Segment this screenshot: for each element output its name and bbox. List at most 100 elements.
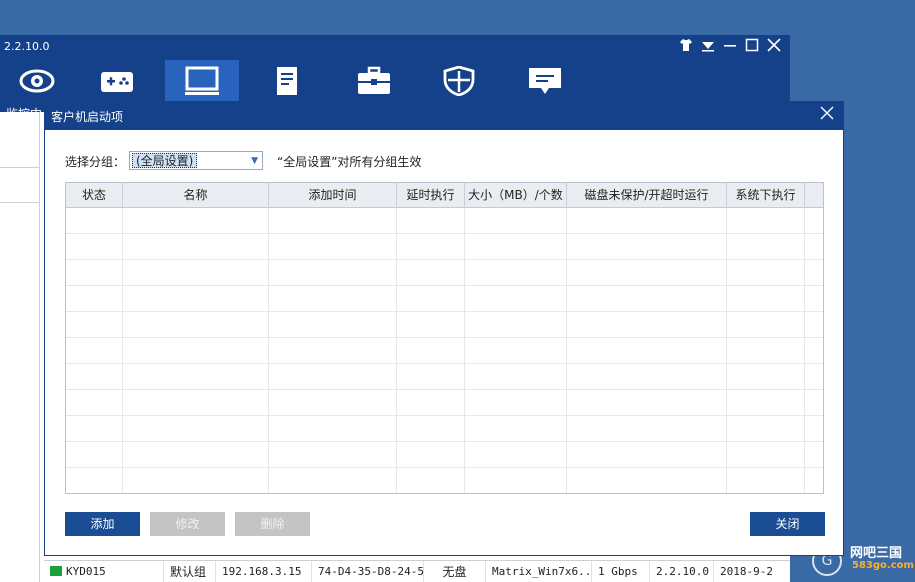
document-icon	[277, 67, 297, 95]
table-cell	[66, 364, 123, 389]
shirt-icon[interactable]	[678, 38, 694, 56]
table-cell	[66, 416, 123, 441]
table-header: 状态 名称 添加时间 延时执行 大小（MB）/个数 磁盘未保护/开超时运行 系统…	[66, 183, 823, 208]
table-cell	[465, 312, 567, 337]
table-cell	[567, 442, 727, 467]
group-select-value: (全局设置)	[132, 153, 198, 168]
table-cell	[465, 442, 567, 467]
column-header-name[interactable]: 名称	[123, 183, 269, 208]
eye-icon	[19, 69, 55, 93]
table-cell	[727, 338, 805, 363]
dialog-title: 客户机启动项	[51, 110, 124, 124]
watermark-url: 583go.com	[852, 560, 914, 571]
toolbar-clients[interactable]	[165, 60, 239, 102]
group-select[interactable]: (全局设置) ▼	[129, 151, 263, 170]
toolbar-messages[interactable]	[508, 60, 582, 102]
table-cell	[465, 286, 567, 311]
table-cell	[567, 468, 727, 493]
column-header-delay[interactable]: 延时执行	[397, 183, 465, 208]
table-cell	[727, 312, 805, 337]
table-row[interactable]	[66, 208, 823, 234]
gamepad-icon	[101, 72, 133, 92]
edit-button[interactable]: 修改	[150, 512, 225, 536]
table-cell	[567, 208, 727, 233]
table-cell	[269, 390, 397, 415]
startup-items-dialog: 客户机启动项 选择分组： (全局设置) ▼ “全局设置”对所有分组生效 状态 名…	[44, 101, 844, 556]
table-cell	[805, 468, 823, 493]
table-row[interactable]	[66, 416, 823, 442]
table-cell	[397, 416, 465, 441]
add-button[interactable]: 添加	[65, 512, 140, 536]
table-cell	[805, 312, 823, 337]
toolbar-monitor-center[interactable]	[0, 60, 74, 102]
client-name-cell: KYD015	[44, 560, 164, 582]
table-row[interactable]	[66, 338, 823, 364]
column-header-added-time[interactable]: 添加时间	[269, 183, 397, 208]
table-row[interactable]	[66, 364, 823, 390]
toolbar-security[interactable]	[422, 60, 496, 102]
table-cell	[727, 234, 805, 259]
toolbox-icon	[358, 66, 390, 94]
table-cell	[465, 390, 567, 415]
table-cell	[123, 364, 269, 389]
dropdown-icon[interactable]	[700, 38, 716, 56]
table-cell	[397, 338, 465, 363]
table-row[interactable]	[66, 286, 823, 312]
table-cell	[269, 208, 397, 233]
table-row[interactable]	[66, 390, 823, 416]
table-cell	[123, 468, 269, 493]
table-cell	[269, 286, 397, 311]
startup-items-table: 状态 名称 添加时间 延时执行 大小（MB）/个数 磁盘未保护/开超时运行 系统…	[65, 182, 824, 494]
table-row[interactable]	[66, 468, 823, 493]
table-cell	[465, 234, 567, 259]
table-cell	[123, 234, 269, 259]
left-pane	[0, 112, 40, 582]
close-icon[interactable]	[766, 38, 782, 56]
app-version-title: 2.2.10.0	[4, 40, 50, 53]
table-cell	[567, 338, 727, 363]
toolbar-games[interactable]	[80, 60, 154, 102]
shield-icon	[443, 66, 475, 96]
table-cell	[567, 234, 727, 259]
column-header-size[interactable]: 大小（MB）/个数	[465, 183, 567, 208]
watermark-text: 网吧三国	[850, 546, 903, 561]
table-cell	[397, 312, 465, 337]
table-cell	[397, 208, 465, 233]
column-header-status[interactable]: 状态	[66, 183, 123, 208]
table-cell	[66, 468, 123, 493]
table-cell	[269, 338, 397, 363]
table-cell	[465, 260, 567, 285]
table-row[interactable]	[66, 234, 823, 260]
table-row[interactable]	[66, 442, 823, 468]
client-disk-cell: 无盘	[424, 560, 486, 582]
column-header-system-exec[interactable]: 系统下执行	[727, 183, 805, 208]
table-cell	[567, 312, 727, 337]
column-header-filler	[805, 183, 823, 208]
delete-button[interactable]: 删除	[235, 512, 310, 536]
minimize-icon[interactable]	[722, 38, 738, 56]
table-cell	[269, 468, 397, 493]
table-cell	[66, 338, 123, 363]
table-row[interactable]: KYD015 默认组 192.168.3.15 74-D4-35-D8-24-5…	[44, 560, 790, 582]
client-ip-cell: 192.168.3.15	[216, 560, 312, 582]
dialog-titlebar[interactable]: 客户机启动项	[45, 102, 843, 130]
maximize-icon[interactable]	[744, 38, 760, 56]
table-row[interactable]	[66, 312, 823, 338]
table-cell	[397, 234, 465, 259]
toolbar-tools[interactable]	[337, 60, 411, 102]
table-cell	[66, 442, 123, 467]
close-button[interactable]: 关闭	[750, 512, 825, 536]
chevron-down-icon[interactable]: ▼	[251, 153, 258, 169]
table-cell	[465, 364, 567, 389]
table-row[interactable]	[66, 260, 823, 286]
table-cell	[66, 260, 123, 285]
table-cell	[567, 286, 727, 311]
toolbar-documents[interactable]	[250, 60, 324, 102]
client-date-cell: 2018-9-2	[720, 564, 773, 578]
dialog-close-icon[interactable]	[817, 105, 837, 125]
table-cell	[727, 364, 805, 389]
table-cell	[123, 338, 269, 363]
main-toolbar	[0, 60, 790, 102]
table-cell	[397, 442, 465, 467]
column-header-disk-unprotected[interactable]: 磁盘未保护/开超时运行	[567, 183, 727, 208]
